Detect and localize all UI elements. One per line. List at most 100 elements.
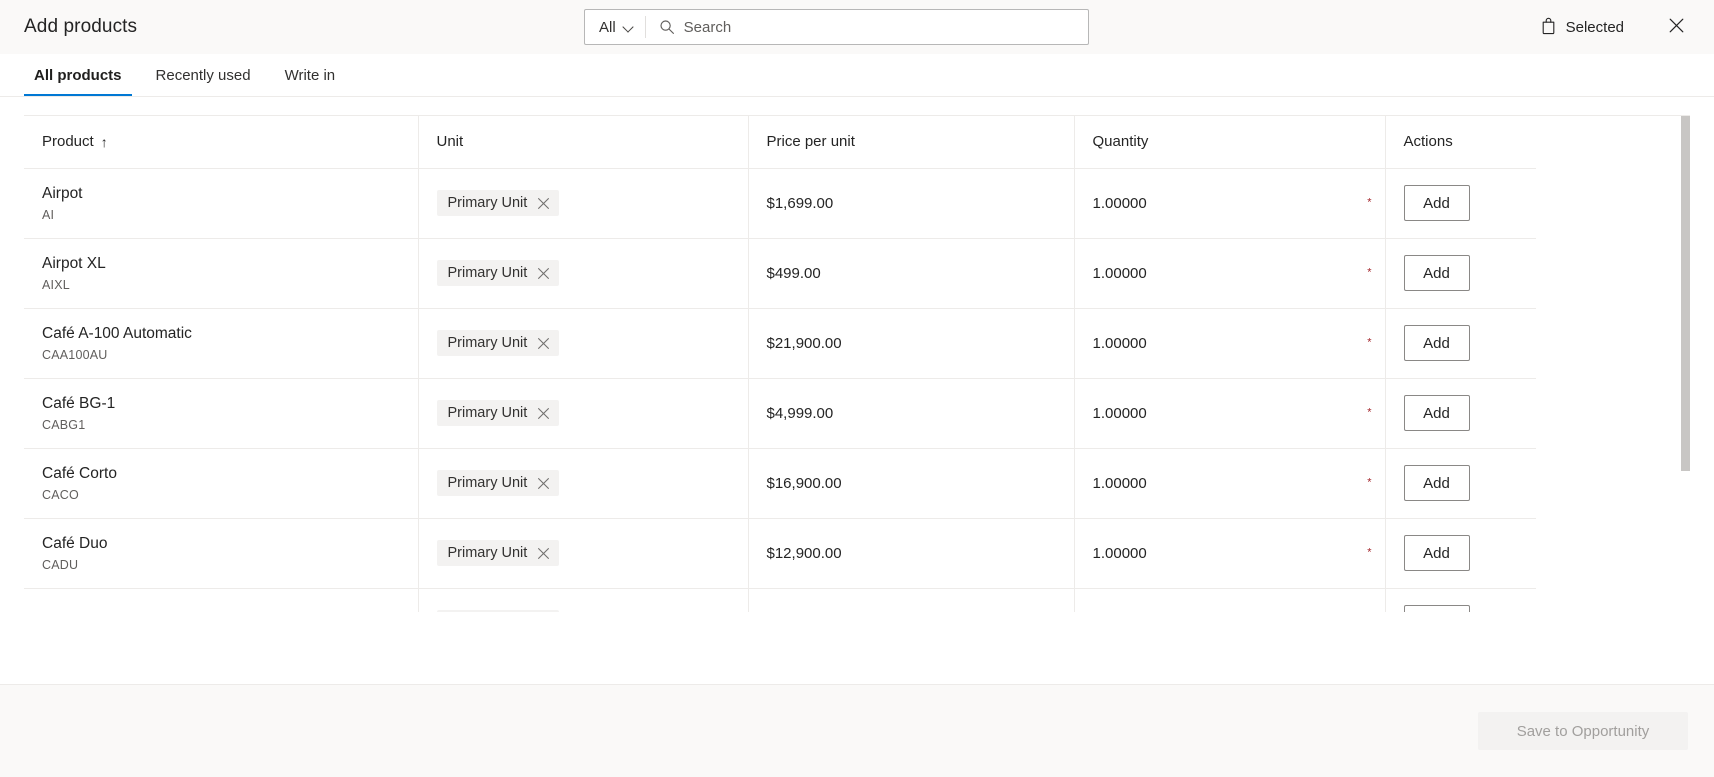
cell-unit[interactable]: Primary Unit xyxy=(418,588,749,612)
search-bar: All xyxy=(584,9,1089,45)
cell-quantity[interactable]: 1.00000 * xyxy=(1074,168,1386,239)
table-row[interactable]: Café BG-1 CABG1 Primary Unit $4,999.00 1.000… xyxy=(24,378,1536,449)
shopping-bag-icon xyxy=(1540,17,1557,38)
search-icon xyxy=(659,19,675,35)
cell-quantity[interactable]: 1.00000 * xyxy=(1074,308,1386,379)
column-header-product-label: Product xyxy=(42,133,94,151)
cell-quantity[interactable]: 1.00000 * xyxy=(1074,448,1386,519)
search-scope-label: All xyxy=(599,18,616,36)
cell-product: Airpot XL AIXL xyxy=(24,238,419,309)
chevron-down-icon xyxy=(623,22,634,33)
table-row[interactable]: Café Corto CACO Primary Unit $16,900.00 1.00… xyxy=(24,448,1536,519)
product-code: AIXL xyxy=(42,277,70,292)
close-icon xyxy=(1668,17,1685,37)
required-indicator: * xyxy=(1367,476,1372,489)
quantity-value: 1.00000 xyxy=(1092,264,1147,282)
table-row[interactable]: Café Duo CADU Primary Unit $12,900.00 1.0000… xyxy=(24,518,1536,589)
cell-price: $4,999.00 xyxy=(748,378,1075,449)
product-code: CADU xyxy=(42,557,79,572)
cell-unit[interactable]: Primary Unit xyxy=(418,168,749,239)
column-header-actions: Actions xyxy=(1385,116,1536,169)
cell-quantity[interactable]: 1.00000 * xyxy=(1074,238,1386,309)
unit-pill[interactable]: Primary Unit xyxy=(436,610,560,612)
unit-pill[interactable]: Primary Unit xyxy=(436,470,560,496)
product-code: AI xyxy=(42,207,55,222)
close-button[interactable] xyxy=(1658,9,1694,45)
cell-unit[interactable]: Primary Unit xyxy=(418,378,749,449)
search-scope-dropdown[interactable]: All xyxy=(585,10,645,44)
products-grid-scroll-area: Product ↑ Unit Price per unit Quantity A… xyxy=(24,115,1690,612)
cell-product: Café A-100 Automatic CAA100AU xyxy=(24,308,419,379)
scrollbar-thumb[interactable] xyxy=(1681,116,1690,471)
close-icon[interactable] xyxy=(537,197,550,210)
cell-quantity[interactable]: 1.00000 * xyxy=(1074,378,1386,449)
add-product-button[interactable]: Add xyxy=(1403,395,1470,431)
unit-pill[interactable]: Primary Unit xyxy=(436,260,560,286)
quantity-value: 1.00000 xyxy=(1092,544,1147,562)
column-header-price-per-unit[interactable]: Price per unit xyxy=(748,116,1075,169)
unit-pill[interactable]: Primary Unit xyxy=(436,190,560,216)
close-icon[interactable] xyxy=(537,407,550,420)
add-products-dialog: Add products All Search Selected All pro… xyxy=(0,0,1714,777)
unit-pill[interactable]: Primary Unit xyxy=(436,540,560,566)
add-product-button[interactable]: Add xyxy=(1403,535,1470,571)
add-product-button[interactable]: Add xyxy=(1403,605,1470,612)
table-row[interactable]: Primary Unit Add xyxy=(24,588,1536,612)
product-code: CAA100AU xyxy=(42,347,108,362)
table-row[interactable]: Airpot AI Primary Unit $1,699.00 1.00000 * Add xyxy=(24,168,1536,239)
save-to-opportunity-button[interactable]: Save to Opportunity xyxy=(1478,712,1688,750)
cell-price: $1,699.00 xyxy=(748,168,1075,239)
column-header-quantity[interactable]: Quantity xyxy=(1074,116,1386,169)
selected-button[interactable]: Selected xyxy=(1528,10,1636,45)
cell-unit[interactable]: Primary Unit xyxy=(418,518,749,589)
close-icon[interactable] xyxy=(537,547,550,560)
tab-recently-used[interactable]: Recently used xyxy=(146,54,261,96)
product-code: CABG1 xyxy=(42,417,86,432)
add-product-button[interactable]: Add xyxy=(1403,185,1470,221)
cell-quantity[interactable] xyxy=(1074,588,1386,612)
table-body: Airpot AI Primary Unit $1,699.00 1.00000 * Add… xyxy=(24,168,1536,612)
add-product-button[interactable]: Add xyxy=(1403,325,1470,361)
cell-unit[interactable]: Primary Unit xyxy=(418,448,749,519)
cell-price: $499.00 xyxy=(748,238,1075,309)
product-name: Airpot XL xyxy=(42,254,106,272)
table-row[interactable]: Café A-100 Automatic CAA100AU Primary Unit… xyxy=(24,308,1536,379)
cell-price: $21,900.00 xyxy=(748,308,1075,379)
cell-product: Café Duo CADU xyxy=(24,518,419,589)
cell-price xyxy=(748,588,1075,612)
table-row[interactable]: Airpot XL AIXL Primary Unit $499.00 1.00000 *… xyxy=(24,238,1536,309)
unit-pill-label: Primary Unit xyxy=(447,545,528,561)
required-indicator: * xyxy=(1367,266,1372,279)
cell-unit[interactable]: Primary Unit xyxy=(418,238,749,309)
cell-product: Café Corto CACO xyxy=(24,448,419,519)
close-icon[interactable] xyxy=(537,477,550,490)
add-product-button[interactable]: Add xyxy=(1403,255,1470,291)
products-grid-region: Product ↑ Unit Price per unit Quantity A… xyxy=(0,97,1714,684)
product-code: CACO xyxy=(42,487,79,502)
unit-pill-label: Primary Unit xyxy=(447,405,528,421)
tab-write-in[interactable]: Write in xyxy=(275,54,346,96)
required-indicator: * xyxy=(1367,406,1372,419)
unit-pill[interactable]: Primary Unit xyxy=(436,330,560,356)
add-product-button[interactable]: Add xyxy=(1403,465,1470,501)
cell-unit[interactable]: Primary Unit xyxy=(418,308,749,379)
close-icon[interactable] xyxy=(537,337,550,350)
selected-label: Selected xyxy=(1565,18,1624,36)
column-header-product[interactable]: Product ↑ xyxy=(24,116,419,169)
search-divider xyxy=(644,16,646,38)
cell-actions: Add xyxy=(1385,238,1536,309)
sort-ascending-icon: ↑ xyxy=(100,133,108,150)
quantity-value: 1.00000 xyxy=(1092,334,1147,352)
search-input[interactable] xyxy=(683,10,1088,44)
cell-quantity[interactable]: 1.00000 * xyxy=(1074,518,1386,589)
vertical-scrollbar[interactable] xyxy=(1681,116,1690,610)
quantity-value: 1.00000 xyxy=(1092,474,1147,492)
unit-pill[interactable]: Primary Unit xyxy=(436,400,560,426)
product-name: Café BG-1 xyxy=(42,394,116,412)
unit-pill-label: Primary Unit xyxy=(447,475,528,491)
close-icon[interactable] xyxy=(537,267,550,280)
column-header-unit[interactable]: Unit xyxy=(418,116,749,169)
tab-all-products[interactable]: All products xyxy=(24,54,132,96)
quantity-value: 1.00000 xyxy=(1092,194,1147,212)
cell-actions: Add xyxy=(1385,308,1536,379)
